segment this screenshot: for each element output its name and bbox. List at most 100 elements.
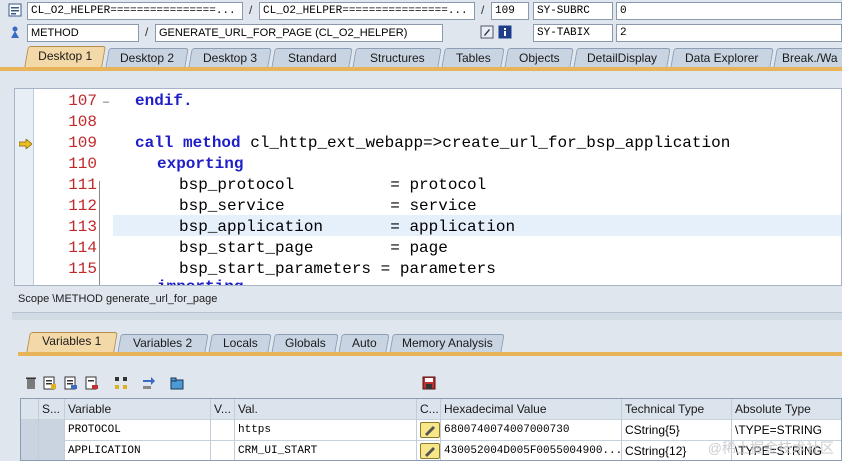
save-icon[interactable] <box>422 376 436 390</box>
line-number-field[interactable]: 109 <box>491 2 529 20</box>
variables-tab-strip: Variables 1 Variables 2 Locals Globals A… <box>18 332 842 354</box>
tab-structures[interactable]: Structures <box>352 48 442 68</box>
line-number: 113 <box>68 218 97 236</box>
v-cell <box>211 441 235 460</box>
code-line: endif. <box>135 92 193 110</box>
include-field[interactable]: CL_O2_HELPER================... <box>259 2 475 20</box>
variable-cell[interactable]: APPLICATION <box>65 441 211 460</box>
value-cell[interactable]: https <box>235 420 417 441</box>
fold-line <box>99 181 100 285</box>
tab-globals[interactable]: Globals <box>271 334 339 353</box>
column-header-status[interactable]: S... <box>39 399 65 420</box>
sysvar-value-field[interactable]: 0 <box>616 2 842 20</box>
row-selector[interactable] <box>21 420 39 441</box>
hex-cell: 430052004D005F0055004900... <box>441 441 622 460</box>
tab-standard[interactable]: Standard <box>271 48 353 68</box>
variable-cell[interactable]: PROTOCOL <box>65 420 211 441</box>
column-header-variable[interactable]: Variable <box>65 399 211 420</box>
code-keyword: call method <box>135 134 241 152</box>
tab-desktop-2[interactable]: Desktop 2 <box>105 48 189 68</box>
method-icon <box>11 26 19 38</box>
pencil-icon[interactable] <box>420 443 440 459</box>
line-number: 115 <box>68 260 97 278</box>
edit-icon[interactable] <box>480 25 494 39</box>
value-cell[interactable]: CRM_UI_START <box>235 441 417 460</box>
transfer-icon[interactable] <box>142 376 156 390</box>
scope-label: Scope \METHOD generate_url_for_page <box>18 293 218 305</box>
code-line: bsp_start_page = page <box>179 239 448 257</box>
tab-data-explorer[interactable]: Data Explorer <box>670 48 774 68</box>
hex-cell: 6800740074007000730 <box>441 420 622 441</box>
hierarchy-icon[interactable] <box>114 376 128 390</box>
column-header-v[interactable]: V... <box>211 399 235 420</box>
line-number: 114 <box>68 239 97 257</box>
current-line-arrow-icon <box>19 139 32 149</box>
insert-row-icon[interactable] <box>43 376 57 390</box>
change-cell[interactable] <box>417 441 441 460</box>
header-row-2: METHOD / GENERATE_URL_FOR_PAGE (CL_O2_HE… <box>0 22 842 44</box>
code-line: bsp_protocol = protocol <box>179 176 487 194</box>
tab-locals[interactable]: Locals <box>208 334 272 353</box>
separator: / <box>481 3 485 17</box>
status-cell <box>39 420 65 441</box>
code-line: call method cl_http_ext_webapp=>create_u… <box>135 134 730 152</box>
column-header-hex[interactable]: Hexadecimal Value <box>441 399 622 420</box>
line-number: 107 <box>68 92 97 110</box>
line-number: 112 <box>68 197 97 215</box>
delete-icon[interactable] <box>24 376 38 390</box>
v-cell <box>211 420 235 441</box>
separator: / <box>249 3 253 17</box>
sysvar-name-field-2[interactable]: SY-TABIX <box>533 24 613 42</box>
save-layout-icon[interactable] <box>64 376 78 390</box>
column-header-absolute-type[interactable]: Absolute Type <box>732 399 841 420</box>
tab-tables[interactable]: Tables <box>441 48 505 68</box>
column-header-technical-type[interactable]: Technical Type <box>622 399 732 420</box>
pane-splitter[interactable] <box>12 312 842 320</box>
separator: / <box>145 25 149 39</box>
column-header-value[interactable]: Val. <box>235 399 417 420</box>
header-row-1: CL_O2_HELPER================... / CL_O2_… <box>0 0 842 22</box>
code-editor[interactable]: – 107 108 109 110 111 112 113 114 115 en… <box>14 88 842 286</box>
event-field[interactable]: GENERATE_URL_FOR_PAGE (CL_O2_HELPER) <box>155 24 443 42</box>
code-text: cl_http_ext_webapp=>create_url_for_bsp_a… <box>240 134 731 152</box>
row-selector[interactable] <box>21 441 39 460</box>
watermark: @稀土掘金技术社区 <box>707 440 834 456</box>
class-icon <box>8 3 22 17</box>
tab-detail-display[interactable]: DetailDisplay <box>573 48 671 68</box>
tab-breakpoints[interactable]: Break./Wa <box>773 48 842 68</box>
pencil-icon[interactable] <box>420 422 440 438</box>
tab-desktop-1[interactable]: Desktop 1 <box>24 46 106 68</box>
tab-objects[interactable]: Objects <box>504 48 574 68</box>
line-number: 108 <box>68 113 97 131</box>
code-line: bsp_start_parameters = parameters <box>179 260 496 278</box>
variables-tab-underline <box>18 352 842 356</box>
status-cell <box>39 441 65 460</box>
folder-icon[interactable] <box>170 376 184 390</box>
sysvar-value-field-2[interactable]: 2 <box>616 24 842 42</box>
fold-marker: – <box>103 96 110 108</box>
load-layout-icon[interactable] <box>85 376 99 390</box>
tab-auto[interactable]: Auto <box>338 334 390 353</box>
code-line: bsp_application = application <box>179 218 516 236</box>
line-number: 109 <box>68 134 97 152</box>
code-line: exporting <box>157 155 244 173</box>
code-line: importing <box>157 278 243 285</box>
column-header-change[interactable]: C... <box>417 399 441 420</box>
tab-variables-1[interactable]: Variables 1 <box>26 332 118 353</box>
table-header-row: S... Variable V... Val. C... Hexadecimal… <box>21 399 841 420</box>
change-cell[interactable] <box>417 420 441 441</box>
breakpoint-gutter[interactable] <box>15 89 34 285</box>
tab-variables-2[interactable]: Variables 2 <box>117 334 209 353</box>
column-header <box>21 399 39 420</box>
line-number: 110 <box>68 155 97 173</box>
event-type-field[interactable]: METHOD <box>27 24 139 42</box>
program-field[interactable]: CL_O2_HELPER================... <box>27 2 243 20</box>
tab-memory-analysis[interactable]: Memory Analysis <box>389 334 505 353</box>
desktop-tab-strip: Desktop 1 Desktop 2 Desktop 3 Standard S… <box>6 46 842 68</box>
code-line: bsp_service = service <box>179 197 477 215</box>
info-icon[interactable] <box>498 25 512 39</box>
sysvar-name-field[interactable]: SY-SUBRC <box>533 2 613 20</box>
tab-desktop-3[interactable]: Desktop 3 <box>188 48 272 68</box>
line-number: 111 <box>68 176 97 194</box>
tab-underline <box>0 67 842 71</box>
